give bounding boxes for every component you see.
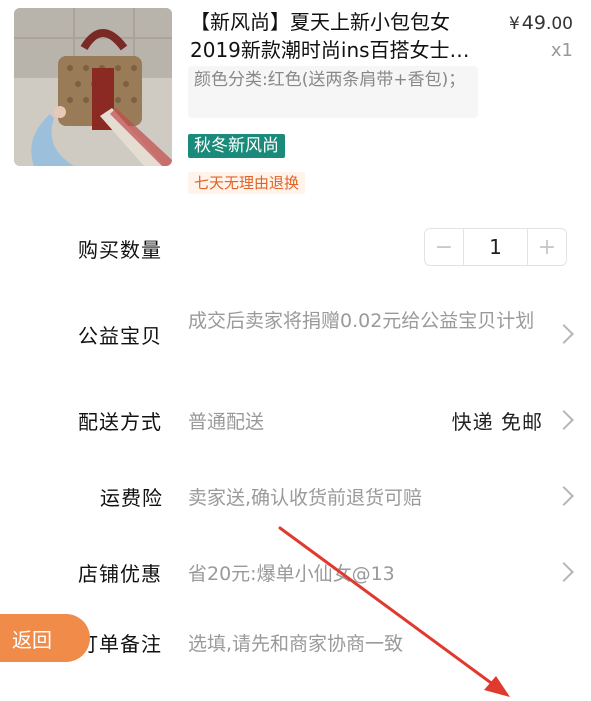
back-button[interactable]: 返回 (0, 614, 90, 662)
note-input[interactable]: 选填,请先和商家协商一致 (188, 629, 403, 656)
product-title[interactable]: 【新风尚】夏天上新小包包女2019新款潮时尚ins百搭女士… (190, 8, 482, 64)
discount-label: 店铺优惠 (78, 562, 162, 586)
discount-value[interactable]: 省20元:爆单小仙女@13 (188, 559, 395, 586)
return-policy-tag: 七天无理由退换 (188, 172, 306, 194)
product-price: ¥49.00 (509, 12, 573, 34)
delivery-value[interactable]: 普通配送 (188, 407, 264, 434)
insurance-label: 运费险 (100, 486, 163, 510)
bag-image (14, 8, 172, 166)
chevron-right-icon[interactable] (554, 486, 574, 506)
note-label: 订单备注 (78, 632, 162, 656)
chevron-right-icon[interactable] (554, 562, 574, 582)
currency-symbol: ¥ (508, 14, 520, 34)
chevron-right-icon[interactable] (554, 410, 574, 430)
increase-button[interactable]: + (528, 229, 566, 265)
delivery-method[interactable]: 快递 免邮 (452, 406, 543, 435)
sku-selection[interactable]: 颜色分类:红色(送两条肩带+香包)； (188, 66, 478, 118)
insurance-value[interactable]: 卖家送,确认收货前退货可赔 (188, 483, 422, 510)
quantity-count: x1 (550, 40, 573, 61)
price-decimal: .00 (545, 14, 573, 34)
quantity-label: 购买数量 (78, 238, 162, 262)
delivery-label: 配送方式 (78, 410, 162, 434)
quantity-input[interactable]: 1 (463, 229, 528, 265)
charity-value[interactable]: 成交后卖家将捐赠0.02元给公益宝贝计划 (188, 308, 538, 334)
decrease-button[interactable]: − (425, 229, 463, 265)
season-tag: 秋冬新风尚 (188, 134, 285, 158)
quantity-stepper[interactable]: − 1 + (424, 228, 567, 266)
charity-label: 公益宝贝 (78, 324, 162, 348)
price-integer: 49 (521, 12, 546, 34)
chevron-right-icon[interactable] (554, 324, 574, 344)
product-thumbnail[interactable] (14, 8, 172, 166)
